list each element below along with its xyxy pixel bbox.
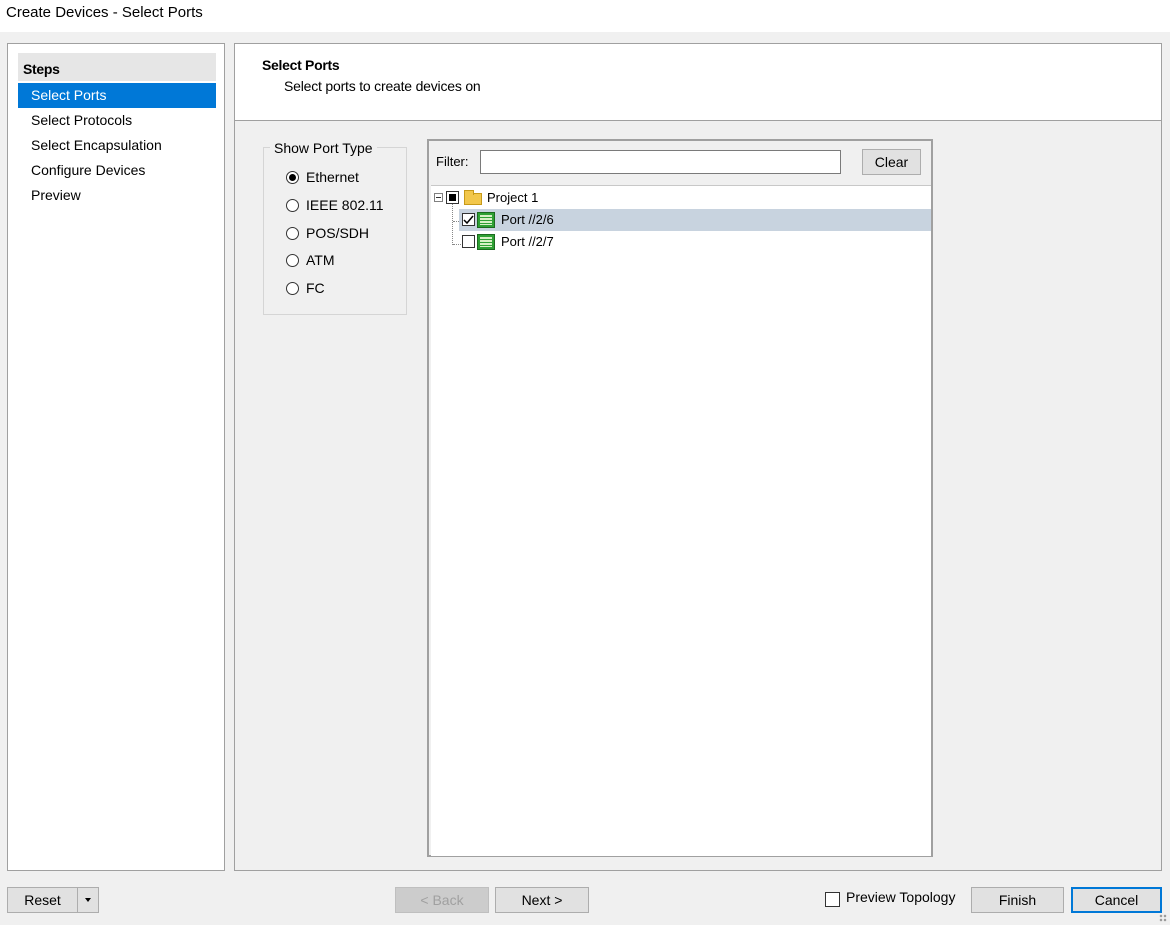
- port-list-panel: Filter: Clear Project 1 Port //2/6 Port …: [427, 139, 933, 857]
- step-label: Select Encapsulation: [31, 137, 162, 153]
- radio-button[interactable]: [286, 199, 299, 212]
- step-label: Configure Devices: [31, 162, 146, 178]
- radio-button[interactable]: [286, 254, 299, 267]
- step-select-ports[interactable]: Select Ports: [18, 83, 216, 108]
- port-checkbox[interactable]: [462, 235, 475, 248]
- radio-label: IEEE 802.11: [306, 197, 384, 213]
- radio-button[interactable]: [286, 227, 299, 240]
- tree-row-port[interactable]: Port //2/7: [459, 231, 931, 253]
- tree-connector: [452, 203, 453, 245]
- radio-label: Ethernet: [306, 169, 359, 185]
- check-icon: [463, 215, 474, 225]
- next-button[interactable]: Next >: [495, 887, 589, 913]
- port-tree: Project 1 Port //2/6 Port //2/7: [431, 185, 931, 856]
- resize-grip-icon[interactable]: [1159, 914, 1167, 922]
- step-label: Select Ports: [31, 87, 107, 103]
- step-label: Select Protocols: [31, 112, 133, 128]
- folder-icon: [464, 190, 482, 205]
- steps-header-label: Steps: [23, 61, 60, 77]
- content-header: Select Ports Select ports to create devi…: [235, 44, 1161, 121]
- preview-topology-label[interactable]: Preview Topology: [846, 889, 955, 905]
- port-label: Port //2/7: [501, 234, 554, 249]
- steps-header: Steps: [18, 53, 216, 81]
- port-icon: [477, 212, 495, 228]
- show-port-type-group: Show Port Type Ethernet IEEE 802.11 POS/…: [263, 140, 407, 315]
- show-port-type-legend: Show Port Type: [270, 140, 377, 156]
- collapse-icon[interactable]: [434, 193, 443, 202]
- window-title: Create Devices - Select Ports: [6, 4, 203, 21]
- cancel-button-label: Cancel: [1094, 892, 1139, 908]
- clear-button[interactable]: Clear: [862, 149, 921, 175]
- back-button[interactable]: < Back: [395, 887, 489, 913]
- filter-label: Filter:: [436, 154, 469, 169]
- step-configure-devices[interactable]: Configure Devices: [18, 158, 216, 183]
- back-button-label: < Back: [420, 892, 464, 908]
- radio-label: ATM: [306, 252, 335, 268]
- page-subtitle: Select ports to create devices on: [284, 78, 481, 94]
- dropdown-arrow-icon[interactable]: [77, 888, 100, 912]
- preview-topology-checkbox[interactable]: [825, 892, 840, 907]
- port-icon: [477, 234, 495, 250]
- step-select-encapsulation[interactable]: Select Encapsulation: [18, 133, 216, 158]
- finish-button-label: Finish: [998, 892, 1037, 908]
- step-select-protocols[interactable]: Select Protocols: [18, 108, 216, 133]
- port-checkbox[interactable]: [462, 213, 475, 226]
- finish-button[interactable]: Finish: [971, 887, 1064, 913]
- content-panel: Select Ports Select ports to create devi…: [234, 43, 1162, 871]
- steps-panel: Steps Select Ports Select Protocols Sele…: [7, 43, 225, 871]
- port-label: Port //2/6: [501, 212, 554, 227]
- reset-button-label: Reset: [24, 892, 61, 908]
- filter-input[interactable]: [480, 150, 841, 174]
- radio-button[interactable]: [286, 282, 299, 295]
- page-title: Select Ports: [262, 57, 340, 73]
- tree-row-port[interactable]: Port //2/6: [459, 209, 931, 231]
- radio-label: FC: [306, 280, 325, 296]
- tree-row-project[interactable]: Project 1: [431, 187, 931, 209]
- project-label: Project 1: [487, 190, 539, 205]
- cancel-button[interactable]: Cancel: [1071, 887, 1162, 913]
- step-label: Preview: [31, 187, 81, 203]
- radio-label: POS/SDH: [306, 225, 370, 241]
- radio-button[interactable]: [286, 171, 299, 184]
- step-preview[interactable]: Preview: [18, 183, 216, 208]
- reset-split-button[interactable]: Reset: [7, 887, 99, 913]
- title-bar: Create Devices - Select Ports: [0, 0, 1170, 32]
- next-button-label: Next >: [521, 892, 563, 908]
- project-checkbox[interactable]: [446, 191, 459, 204]
